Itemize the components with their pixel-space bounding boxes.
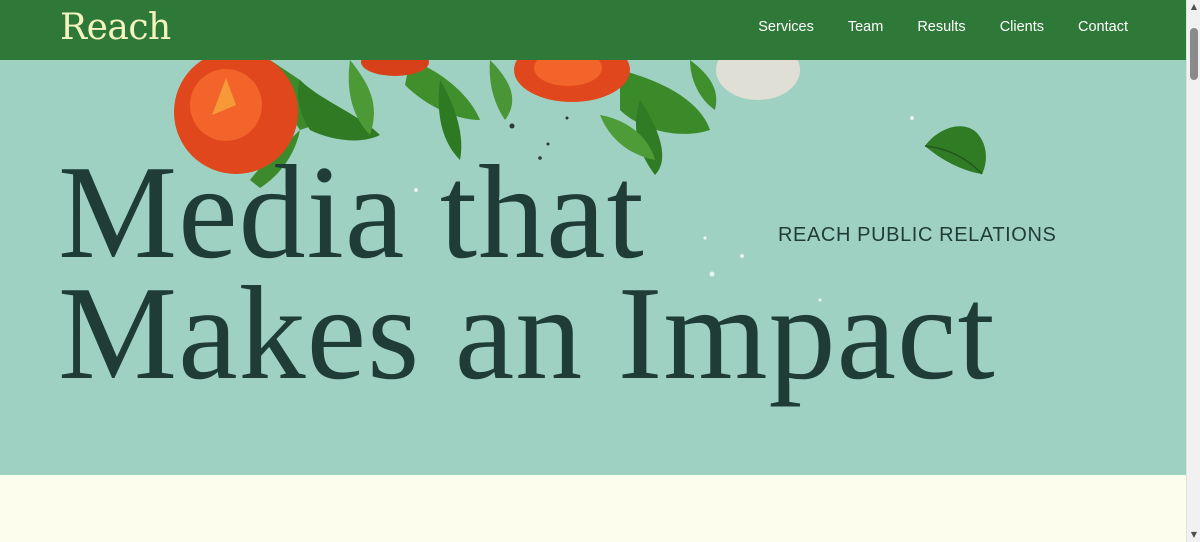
page: Reach Services Team Results Clients Cont… [0, 0, 1200, 542]
hero-section: Media that Makes an Impact REACH PUBLIC … [0, 60, 1186, 475]
hero-headline-line-2: Makes an Impact [58, 259, 996, 407]
site-header: Reach Services Team Results Clients Cont… [0, 0, 1186, 60]
nav-link-clients[interactable]: Clients [1000, 19, 1044, 35]
nav-link-team[interactable]: Team [848, 19, 883, 35]
vertical-scrollbar[interactable]: ▲ ▼ [1186, 0, 1200, 542]
hero-eyebrow: REACH PUBLIC RELATIONS [778, 224, 1057, 246]
nav-link-contact[interactable]: Contact [1078, 19, 1128, 35]
chevron-up-icon[interactable]: ▲ [1189, 2, 1199, 12]
nav-link-services[interactable]: Services [758, 19, 814, 35]
nav-link-results[interactable]: Results [917, 19, 965, 35]
scrollbar-thumb[interactable] [1190, 28, 1198, 80]
site-logo[interactable]: Reach [60, 6, 171, 50]
hero-headline: Media that Makes an Impact [58, 138, 996, 407]
chevron-down-icon[interactable]: ▼ [1189, 530, 1199, 540]
hero-headline-line-1: Media that [58, 138, 645, 286]
main-nav: Services Team Results Clients Contact [758, 0, 1128, 54]
plate-edge [716, 60, 800, 100]
content-section [0, 475, 1186, 542]
